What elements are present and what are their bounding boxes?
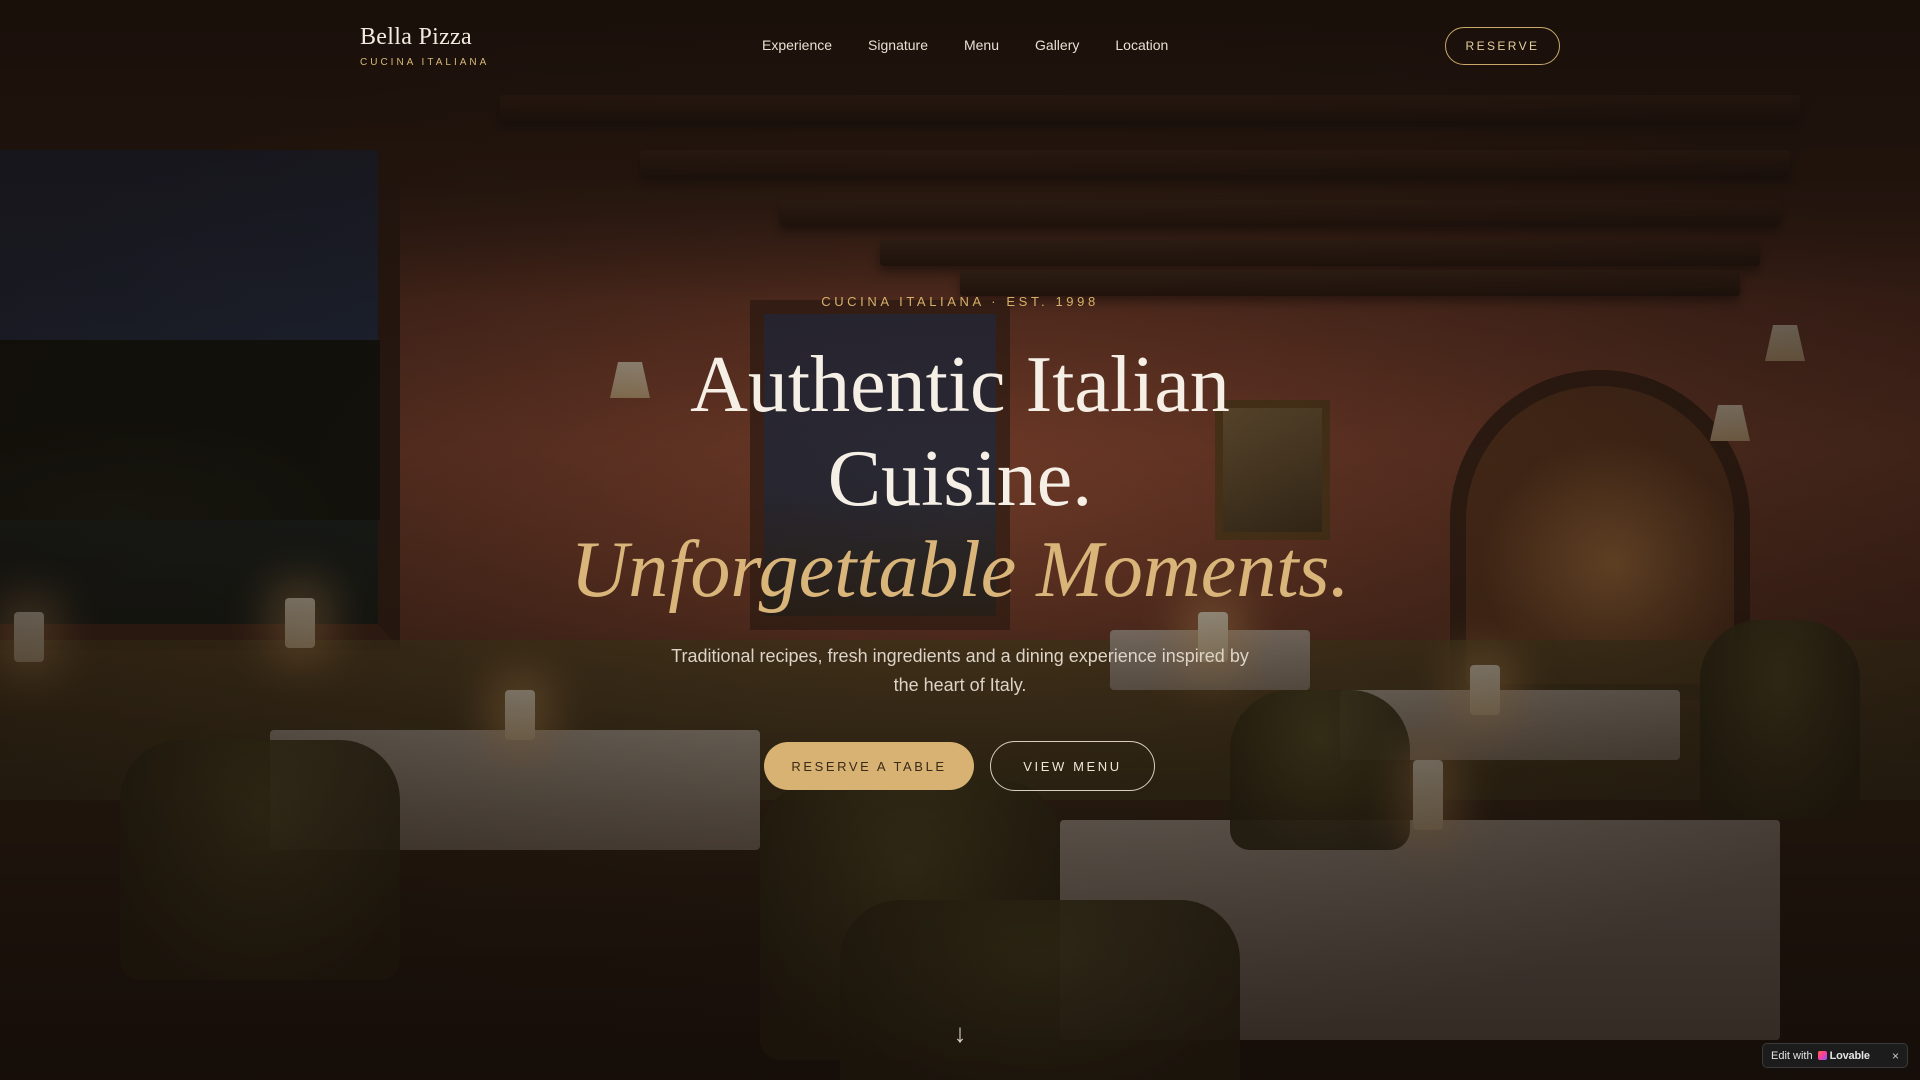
hero-headline-line2: Cuisine. bbox=[827, 435, 1093, 523]
nav-experience[interactable]: Experience bbox=[762, 37, 832, 53]
edit-with-lovable-badge[interactable]: Edit with Lovable × bbox=[1762, 1043, 1908, 1068]
close-icon[interactable]: × bbox=[1892, 1049, 1899, 1063]
nav-menu[interactable]: Menu bbox=[964, 37, 999, 53]
reserve-table-button[interactable]: RESERVE A TABLE bbox=[764, 742, 974, 790]
hero-headline-line1: Authentic Italian bbox=[690, 341, 1230, 429]
logo-subtitle: CUCINA ITALIANA bbox=[360, 57, 490, 68]
site-header: Bella Pizza CUCINA ITALIANA Experience S… bbox=[0, 0, 1920, 92]
view-menu-button[interactable]: VIEW MENU bbox=[990, 741, 1155, 791]
nav-location[interactable]: Location bbox=[1115, 37, 1168, 53]
lovable-heart-icon bbox=[1817, 1051, 1827, 1060]
main-nav: Experience Signature Menu Gallery Locati… bbox=[762, 37, 1168, 53]
hero-description: Traditional recipes, fresh ingredients a… bbox=[671, 646, 1249, 695]
logo[interactable]: Bella Pizza CUCINA ITALIANA bbox=[360, 24, 489, 68]
lovable-brand-label: Lovable bbox=[1829, 1049, 1870, 1062]
reserve-button[interactable]: RESERVE bbox=[1445, 27, 1560, 65]
hero-eyebrow: CUCINA ITALIANA · EST. 1998 bbox=[821, 294, 1099, 309]
hero-tagline: Unforgettable Moments. bbox=[570, 526, 1350, 614]
edit-with-label: Edit with bbox=[1771, 1049, 1813, 1062]
logo-title: Bella Pizza bbox=[360, 24, 472, 50]
arrow-down-icon[interactable]: ↓ bbox=[950, 1018, 970, 1049]
nav-signature[interactable]: Signature bbox=[868, 37, 928, 53]
nav-gallery[interactable]: Gallery bbox=[1035, 37, 1079, 53]
hero-section: CUCINA ITALIANA · EST. 1998 Authentic It… bbox=[0, 0, 1920, 1080]
